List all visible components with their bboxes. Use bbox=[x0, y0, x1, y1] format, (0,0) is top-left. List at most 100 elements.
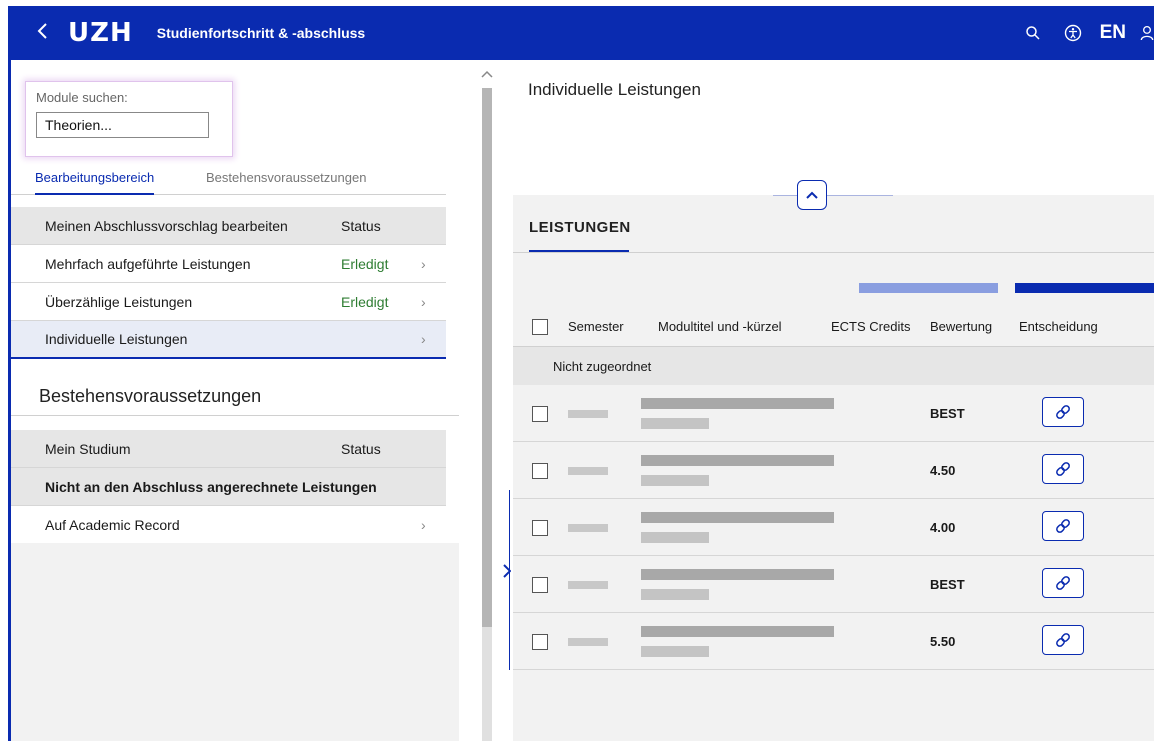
code-placeholder bbox=[641, 646, 709, 657]
link-button[interactable] bbox=[1042, 568, 1084, 598]
table-row[interactable]: 4.50 bbox=[513, 442, 1154, 499]
semester-placeholder bbox=[568, 638, 608, 646]
link-button[interactable] bbox=[1042, 454, 1084, 484]
grade-value: 4.00 bbox=[930, 520, 956, 535]
status-header: Status bbox=[341, 440, 381, 457]
collapse-button[interactable] bbox=[797, 180, 827, 210]
group-label: Nicht an den Abschluss angerechnete Leis… bbox=[45, 478, 377, 495]
list-item-label: Individuelle Leistungen bbox=[45, 331, 188, 347]
row-checkbox[interactable] bbox=[532, 406, 548, 422]
right-panel: Individuelle Leistungen LEISTUNGEN Semes… bbox=[513, 60, 1154, 741]
section-title: Bestehensvoraussetzungen bbox=[39, 386, 262, 406]
tab-bearbeitungsbereich[interactable]: Bearbeitungsbereich bbox=[35, 170, 155, 195]
divider bbox=[513, 252, 1154, 253]
column-ects[interactable]: ECTS Credits bbox=[831, 319, 910, 334]
link-icon bbox=[1056, 405, 1070, 419]
select-all-checkbox[interactable] bbox=[532, 319, 548, 335]
divider bbox=[11, 415, 459, 416]
uzh-logo[interactable]: UZH bbox=[68, 18, 133, 48]
title-placeholder bbox=[641, 569, 834, 580]
list-item-individuell[interactable]: Individuelle Leistungen › bbox=[11, 321, 446, 359]
row-checkbox[interactable] bbox=[532, 520, 548, 536]
leistungen-section: LEISTUNGEN Semester Modultitel und -kürz… bbox=[513, 180, 1154, 741]
edit-table-title: Meinen Abschlussvorschlag bearbeiten bbox=[45, 217, 288, 234]
list-item-label: Überzählige Leistungen bbox=[45, 293, 193, 310]
status-header: Status bbox=[341, 217, 381, 234]
search-button[interactable] bbox=[1018, 18, 1048, 48]
row-checkbox[interactable] bbox=[532, 463, 548, 479]
column-bewertung[interactable]: Bewertung bbox=[930, 319, 992, 334]
list-item-mehrfach[interactable]: Mehrfach aufgeführte Leistungen Erledigt… bbox=[11, 245, 446, 283]
title-placeholder bbox=[641, 626, 834, 637]
column-modultitel[interactable]: Modultitel und -kürzel bbox=[658, 319, 782, 334]
requirements-group: Nicht an den Abschluss angerechnete Leis… bbox=[11, 468, 446, 506]
grade-value: 4.50 bbox=[930, 463, 956, 478]
row-checkbox[interactable] bbox=[532, 577, 548, 593]
status-badge: Erledigt bbox=[341, 293, 389, 310]
table-row[interactable]: BEST bbox=[513, 556, 1154, 613]
group-row: Nicht zugeordnet bbox=[513, 347, 1154, 385]
code-placeholder bbox=[641, 475, 709, 486]
list-item-ueberzaehlig[interactable]: Überzählige Leistungen Erledigt › bbox=[11, 283, 446, 321]
link-icon bbox=[1056, 519, 1070, 533]
row-checkbox[interactable] bbox=[532, 634, 548, 650]
user-button[interactable] bbox=[1140, 18, 1154, 48]
section-title: LEISTUNGEN bbox=[529, 219, 631, 236]
tab-bestehensvoraussetzungen[interactable]: Bestehensvoraussetzungen bbox=[206, 170, 366, 185]
table-header: Semester Modultitel und -kürzel ECTS Cre… bbox=[513, 307, 1154, 347]
scrollbar-thumb[interactable] bbox=[482, 88, 492, 627]
list-item-academic-record[interactable]: Auf Academic Record › bbox=[11, 506, 446, 544]
code-placeholder bbox=[641, 589, 709, 600]
list-item-label: Auf Academic Record bbox=[45, 516, 180, 533]
link-button[interactable] bbox=[1042, 511, 1084, 541]
semester-placeholder bbox=[568, 581, 608, 589]
column-semester[interactable]: Semester bbox=[568, 319, 624, 334]
app-title: Studienfortschritt & -abschluss bbox=[156, 25, 366, 41]
link-button[interactable] bbox=[1042, 625, 1084, 655]
language-switch[interactable]: EN bbox=[1100, 22, 1126, 44]
grade-value: BEST bbox=[930, 406, 965, 421]
chevron-right-icon: › bbox=[421, 255, 426, 272]
header-actions: EN bbox=[1008, 6, 1154, 60]
back-button[interactable] bbox=[36, 20, 60, 46]
scrollbar-track[interactable] bbox=[482, 627, 492, 741]
chevron-right-icon: › bbox=[421, 516, 426, 533]
left-panel-empty bbox=[11, 543, 459, 741]
page-title: Individuelle Leistungen bbox=[528, 80, 701, 99]
semester-placeholder bbox=[568, 524, 608, 532]
legend-bar-light bbox=[859, 283, 998, 293]
semester-placeholder bbox=[568, 467, 608, 475]
requirements-title: Mein Studium bbox=[45, 440, 131, 457]
list-item-label: Mehrfach aufgeführte Leistungen bbox=[45, 255, 251, 272]
search-input[interactable] bbox=[36, 112, 209, 138]
link-icon bbox=[1056, 576, 1070, 590]
user-icon bbox=[1140, 25, 1154, 41]
code-placeholder bbox=[641, 418, 709, 429]
divider bbox=[773, 195, 893, 196]
expand-panel-icon[interactable] bbox=[503, 564, 512, 583]
edit-table-header: Meinen Abschlussvorschlag bearbeiten Sta… bbox=[11, 207, 446, 245]
search-label: Module suchen: bbox=[36, 90, 128, 105]
link-icon bbox=[1056, 462, 1070, 476]
accessibility-button[interactable] bbox=[1058, 18, 1088, 48]
table-row[interactable]: 5.50 bbox=[513, 613, 1154, 670]
chevron-left-icon bbox=[37, 23, 47, 39]
scroll-column bbox=[459, 60, 513, 741]
column-entscheidung[interactable]: Entscheidung bbox=[1019, 319, 1098, 334]
tab-bar: Bearbeitungsbereich Bestehensvoraussetzu… bbox=[11, 170, 446, 195]
scroll-up-icon[interactable] bbox=[481, 66, 493, 81]
code-placeholder bbox=[641, 532, 709, 543]
app-header: UZH Studienfortschritt & -abschluss EN bbox=[8, 6, 1154, 60]
grade-value: BEST bbox=[930, 577, 965, 592]
semester-placeholder bbox=[568, 410, 608, 418]
search-icon bbox=[1025, 26, 1040, 40]
title-placeholder bbox=[641, 455, 834, 466]
link-button[interactable] bbox=[1042, 397, 1084, 427]
module-search: Module suchen: bbox=[25, 81, 233, 157]
table-row[interactable]: BEST bbox=[513, 385, 1154, 442]
status-badge: Erledigt bbox=[341, 255, 389, 272]
title-placeholder bbox=[641, 512, 834, 523]
link-icon bbox=[1056, 633, 1070, 647]
accessibility-icon bbox=[1064, 24, 1081, 42]
table-row[interactable]: 4.00 bbox=[513, 499, 1154, 556]
